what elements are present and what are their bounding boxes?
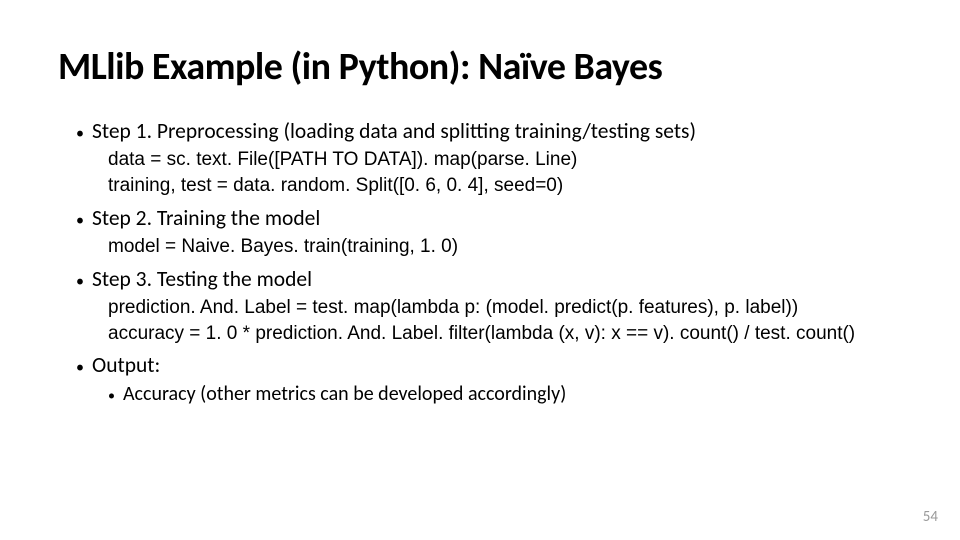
step-1-code: data = sc. text. File([PATH TO DATA]). m… [76,147,902,198]
bullet-icon: • [76,271,84,293]
code-line: prediction. And. Label = test. map(lambd… [108,295,902,321]
step-3-code: prediction. And. Label = test. map(lambd… [76,295,902,346]
page-number: 54 [923,508,938,526]
bullet-icon: • [76,357,84,379]
slide-title: MLlib Example (in Python): Naïve Bayes [58,44,902,90]
output-label: Output: [92,352,160,378]
step-3-label: Step 3. Testing the model [92,266,312,292]
step-1-label: Step 1. Preprocessing (loading data and … [92,118,696,144]
output-sub-label: Accuracy (other metrics can be developed… [123,382,566,406]
step-2: • Step 2. Training the model model = Nai… [76,205,902,260]
output: • Output: • Accuracy (other metrics can … [76,352,902,405]
bullet-list: • Step 1. Preprocessing (loading data an… [58,118,902,406]
bullet-icon: • [108,386,115,406]
step-2-code: model = Naive. Bayes. train(training, 1.… [76,234,902,260]
code-line: model = Naive. Bayes. train(training, 1.… [108,234,902,260]
step-2-label: Step 2. Training the model [92,205,320,231]
code-line: data = sc. text. File([PATH TO DATA]). m… [108,147,902,173]
bullet-icon: • [76,210,84,232]
step-3: • Step 3. Testing the model prediction. … [76,266,902,347]
bullet-icon: • [76,123,84,145]
slide: MLlib Example (in Python): Naïve Bayes •… [0,0,960,540]
output-sublist: • Accuracy (other metrics can be develop… [76,382,902,406]
step-1: • Step 1. Preprocessing (loading data an… [76,118,902,199]
code-line: training, test = data. random. Split([0.… [108,173,902,199]
code-line: accuracy = 1. 0 * prediction. And. Label… [108,321,902,347]
